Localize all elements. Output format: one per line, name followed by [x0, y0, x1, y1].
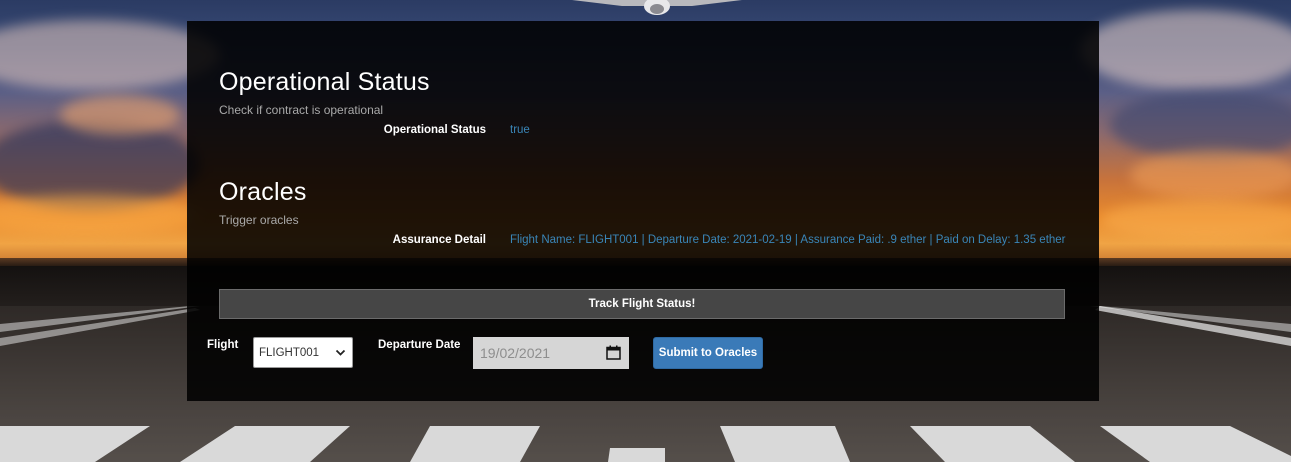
track-flight-status-bar: Track Flight Status!: [219, 289, 1065, 319]
flight-label: Flight: [207, 339, 239, 351]
cloud: [60, 95, 180, 135]
flight-select-value: FLIGHT001: [259, 346, 320, 359]
submit-to-oracles-button[interactable]: Submit to Oracles: [653, 337, 763, 369]
oracles-heading: Oracles: [219, 178, 307, 206]
departure-date-input[interactable]: 19/02/2021: [473, 337, 629, 369]
chevron-down-icon: [335, 349, 346, 356]
oracles-subtitle: Trigger oracles: [219, 213, 299, 227]
calendar-icon[interactable]: [606, 345, 621, 360]
departure-date-label: Departure Date: [378, 339, 461, 351]
operational-status-value: true: [510, 124, 530, 136]
operational-status-label: Operational Status: [383, 124, 486, 136]
main-panel: Operational Status Check if contract is …: [187, 21, 1099, 401]
flight-select[interactable]: FLIGHT001: [253, 337, 353, 368]
airplane-image: [572, 0, 742, 15]
operational-status-heading: Operational Status: [219, 68, 430, 96]
operational-status-subtitle: Check if contract is operational: [219, 103, 384, 117]
departure-date-value: 19/02/2021: [480, 345, 551, 361]
assurance-detail-label: Assurance Detail: [392, 234, 486, 246]
assurance-detail-value: Flight Name: FLIGHT001 | Departure Date:…: [510, 234, 1066, 246]
cloud: [1130, 150, 1291, 200]
